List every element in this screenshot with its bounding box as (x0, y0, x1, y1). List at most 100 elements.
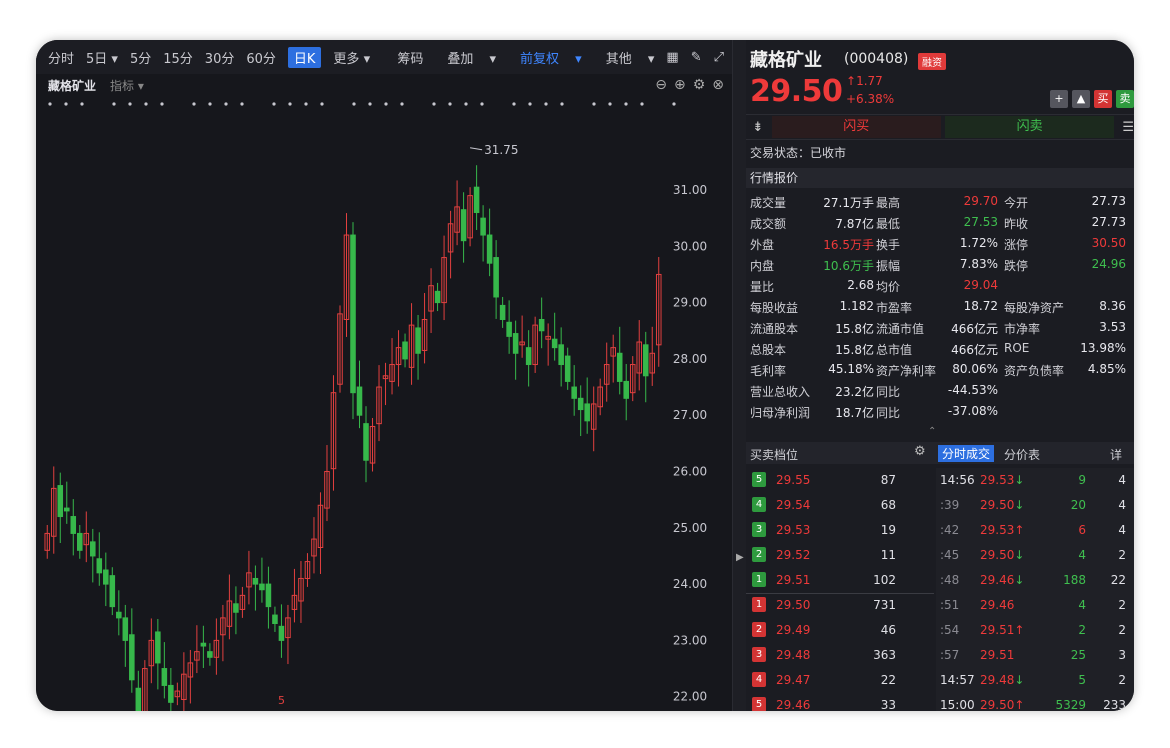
quote-label: 换手 (876, 238, 901, 252)
chevron-down-icon: ▾ (643, 51, 655, 67)
quote-row: 毛利率 45.18% 资产净利率 80.06% 资产负债率 4.85% (750, 360, 1126, 381)
zoom-in-icon[interactable]: ⊕ (674, 77, 686, 93)
buy-icon[interactable]: 买 (1094, 90, 1112, 108)
period-label: 更多 (333, 51, 360, 67)
event-marker-icon (208, 102, 212, 106)
candle-body (122, 617, 129, 641)
orderbook-row[interactable]: 5 29.55 87 (746, 468, 936, 493)
orderbook-row[interactable]: 2 29.49 46 (746, 618, 936, 643)
orderbook-row[interactable]: 3 29.53 19 (746, 518, 936, 543)
candle-body (571, 386, 577, 399)
alert-icon[interactable]: ▲ (1072, 90, 1090, 108)
time-sales-list: 14:56 29.53↓ 9 4:39 29.50↓ 20 4:42 29.53↑ 6 4:45 2… (938, 468, 1130, 711)
grid-icon[interactable]: ▦ (666, 50, 678, 65)
candle-body (525, 347, 532, 366)
quote-value: 27.53 (963, 215, 998, 229)
event-marker-icon (608, 102, 612, 106)
pin-icon[interactable]: ⇟ (746, 120, 770, 135)
quote-value: 27.73 (1091, 215, 1126, 229)
orderbook-row[interactable]: 4 29.54 68 (746, 493, 936, 518)
quote-value: 7.83% (959, 257, 998, 271)
level-volume: 363 (873, 648, 896, 662)
candle-body (70, 516, 77, 534)
period-tab[interactable]: 60分 (246, 48, 276, 67)
tick-volume: 6 (1078, 523, 1086, 537)
pane-divider[interactable]: ▶ (732, 40, 747, 711)
menu-icon[interactable]: ☰ (1122, 120, 1134, 135)
toolbar-option[interactable]: 叠加 ▾ (435, 48, 496, 67)
tick-row: :45 29.50↓ 4 2 (938, 543, 1130, 568)
quote-value: 1.182 (839, 299, 874, 313)
tick-time: :51 (940, 598, 960, 612)
orderbook-settings-icon[interactable]: ⚙ (914, 444, 926, 459)
orderbook-row[interactable]: 5 29.46 33 (746, 693, 936, 711)
tab-time-sales[interactable]: 分时成交 (938, 445, 995, 462)
tick-volume: 5 (1078, 673, 1086, 687)
expand-icon[interactable]: ⤢ (714, 50, 724, 65)
quote-label: 每股收益 (750, 301, 799, 315)
candle-body (278, 625, 285, 641)
orderbook-row[interactable]: 1 29.50 731 (746, 593, 936, 618)
tick-volume: 4 (1078, 548, 1086, 562)
period-tab[interactable]: 日K (287, 46, 322, 68)
toolbar-option[interactable]: 前复权 ▾ (508, 48, 582, 67)
candle-body (584, 403, 590, 422)
tick-row: 14:57 29.48↓ 5 2 (938, 668, 1130, 693)
orderbook-row[interactable]: 1 29.51 102 (746, 568, 936, 593)
candle-body (116, 611, 122, 619)
candle-body (577, 397, 584, 411)
draw-icon[interactable]: ✎ (691, 50, 702, 65)
level-badge: 1 (752, 597, 766, 612)
period-tab[interactable]: 5日 ▾ (86, 48, 118, 67)
period-tab[interactable]: 更多 ▾ (333, 48, 370, 67)
candlestick-chart[interactable]: 31.00 30.00 29.00 28.00 27.00 26.00 25.00 24.00… (36, 96, 732, 711)
quote-value: 16.5万手 (823, 238, 874, 252)
expand-arrow-icon[interactable]: ▶ (736, 552, 744, 563)
candle-body (499, 304, 506, 320)
orderbook-row[interactable]: 4 29.47 22 (746, 668, 936, 693)
event-marker-icon (368, 102, 372, 106)
candle-body (96, 558, 103, 574)
candle-body (259, 583, 265, 591)
close-icon[interactable]: ⊗ (712, 77, 724, 93)
chevron-down-icon: ▾ (107, 51, 118, 67)
level-badge: 3 (752, 522, 766, 537)
level-badge: 3 (752, 647, 766, 662)
quote-label: 外盘 (750, 238, 775, 252)
period-tab[interactable]: 30分 (205, 48, 235, 67)
toolbar-option[interactable]: 其他 ▾ (594, 48, 655, 67)
candle-body (402, 341, 408, 360)
period-tab[interactable]: 分时 (48, 48, 74, 67)
high-pointer (470, 147, 483, 151)
indicator-dropdown[interactable]: 指标 ▾ (110, 77, 144, 94)
tick-volume: 20 (1070, 498, 1086, 512)
level-price: 29.48 (776, 648, 811, 662)
tab-price-table[interactable]: 分价表 (1004, 446, 1040, 463)
detail-button[interactable]: 详 (1110, 446, 1122, 463)
quote-value: 18.7亿 (835, 406, 874, 420)
toolbar-option[interactable]: 筹码 (385, 48, 423, 67)
flash-buy-button[interactable]: 闪买 (771, 116, 941, 138)
orderbook-row[interactable]: 3 29.48 363 (746, 643, 936, 668)
period-tab[interactable]: 15分 (163, 48, 193, 67)
quote-label: 营业总收入 (750, 385, 811, 399)
sell-icon[interactable]: 卖 (1116, 90, 1134, 108)
flash-sell-button[interactable]: 闪卖 (944, 116, 1115, 138)
event-marker-icon (672, 102, 676, 106)
level-volume: 33 (880, 698, 896, 711)
quote-label: 流通市值 (876, 322, 925, 336)
candle-body (558, 344, 564, 366)
period-tab[interactable]: 5分 (130, 48, 151, 67)
tick-price: 29.50↑ (980, 698, 1025, 711)
bottom-marker-label: 5 (278, 694, 285, 707)
orderbook-row[interactable]: 2 29.52 11 (746, 543, 936, 568)
collapse-icon[interactable]: ⌃ (928, 426, 936, 437)
event-marker-icon (544, 102, 548, 106)
level-badge: 2 (752, 622, 766, 637)
candle-body (272, 614, 278, 625)
candle-body (350, 234, 356, 394)
level-price: 29.50 (776, 598, 811, 612)
settings-icon[interactable]: ⚙ (693, 77, 706, 93)
add-icon[interactable]: + (1050, 90, 1068, 108)
zoom-out-icon[interactable]: ⊖ (655, 77, 667, 93)
